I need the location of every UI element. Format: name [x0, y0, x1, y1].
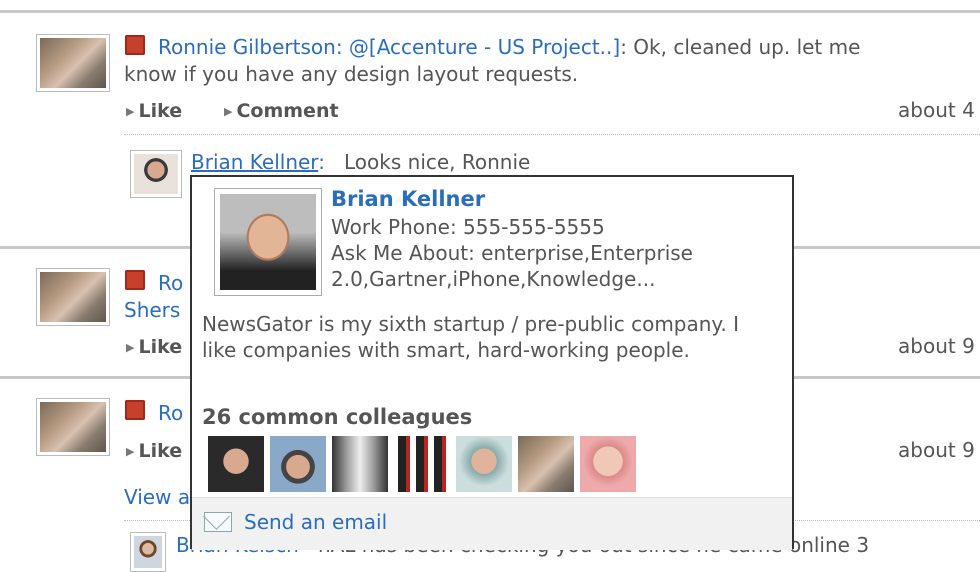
comment-text: Brian Kellner: Looks nice, Ronnie [191, 150, 531, 174]
like-button[interactable]: ▶ Like [126, 336, 182, 358]
profile-bio: NewsGator is my sixth startup / pre-publ… [202, 312, 740, 362]
profile-name-link[interactable]: Brian Kellner [331, 187, 485, 211]
comment-avatar[interactable] [130, 150, 182, 198]
colleague-thumb[interactable] [518, 436, 574, 492]
post-timestamp: about 4 [898, 98, 975, 122]
colleague-thumb[interactable] [208, 436, 264, 492]
colleague-thumb[interactable] [456, 436, 512, 492]
comment-divider [124, 134, 980, 135]
hover-card-footer: Send an email [192, 497, 792, 550]
post-timestamp: about 9 [898, 438, 975, 462]
view-all-link[interactable]: View a [124, 484, 190, 511]
post-author-link[interactable]: Ronnie Gilbertson [158, 35, 336, 59]
envelope-icon [204, 512, 232, 532]
avatar[interactable] [36, 34, 110, 92]
avatar[interactable] [36, 398, 110, 456]
post-author-link[interactable]: Ro [158, 270, 183, 297]
send-email-link[interactable]: Send an email [244, 510, 387, 534]
post-text-line1: Ronnie Gilbertson: @[Accenture - US Proj… [158, 35, 861, 59]
post-timestamp: about 9 [898, 334, 975, 358]
post-author-link[interactable]: Ro [158, 400, 183, 427]
like-button[interactable]: ▶ Like [126, 100, 182, 122]
profile-hover-card: Brian Kellner Work Phone: 555-555-5555 A… [190, 175, 794, 550]
post-text-partial[interactable]: Shers [124, 297, 180, 324]
ask-me-about-line1: Ask Me About: enterprise,Enterprise [331, 241, 693, 265]
work-phone: Work Phone: 555-555-5555 [331, 215, 605, 239]
status-icon [125, 270, 145, 290]
colleague-thumbnails [208, 436, 636, 492]
colleague-thumb[interactable] [580, 436, 636, 492]
top-divider [0, 10, 980, 13]
comment-avatar[interactable] [130, 532, 166, 572]
mention-link[interactable]: : @[Accenture - US Project..] [336, 35, 620, 59]
colleague-thumb[interactable] [270, 436, 326, 492]
ask-me-about-line2: 2.0,Gartner,iPhone,Knowledge... [331, 267, 656, 291]
status-icon [125, 35, 145, 55]
like-button[interactable]: ▶ Like [126, 440, 182, 462]
colleague-thumb[interactable] [332, 436, 388, 492]
avatar[interactable] [36, 268, 110, 326]
profile-photo[interactable] [214, 188, 322, 296]
status-icon [125, 400, 145, 420]
post-text-line2: know if you have any design layout reque… [124, 62, 579, 86]
colleague-thumb[interactable] [394, 436, 450, 492]
comment-button[interactable]: ▶ Comment [224, 100, 339, 122]
common-colleagues-heading: 26 common colleagues [202, 405, 473, 429]
comment-author-link[interactable]: Brian Kellner [191, 150, 318, 174]
